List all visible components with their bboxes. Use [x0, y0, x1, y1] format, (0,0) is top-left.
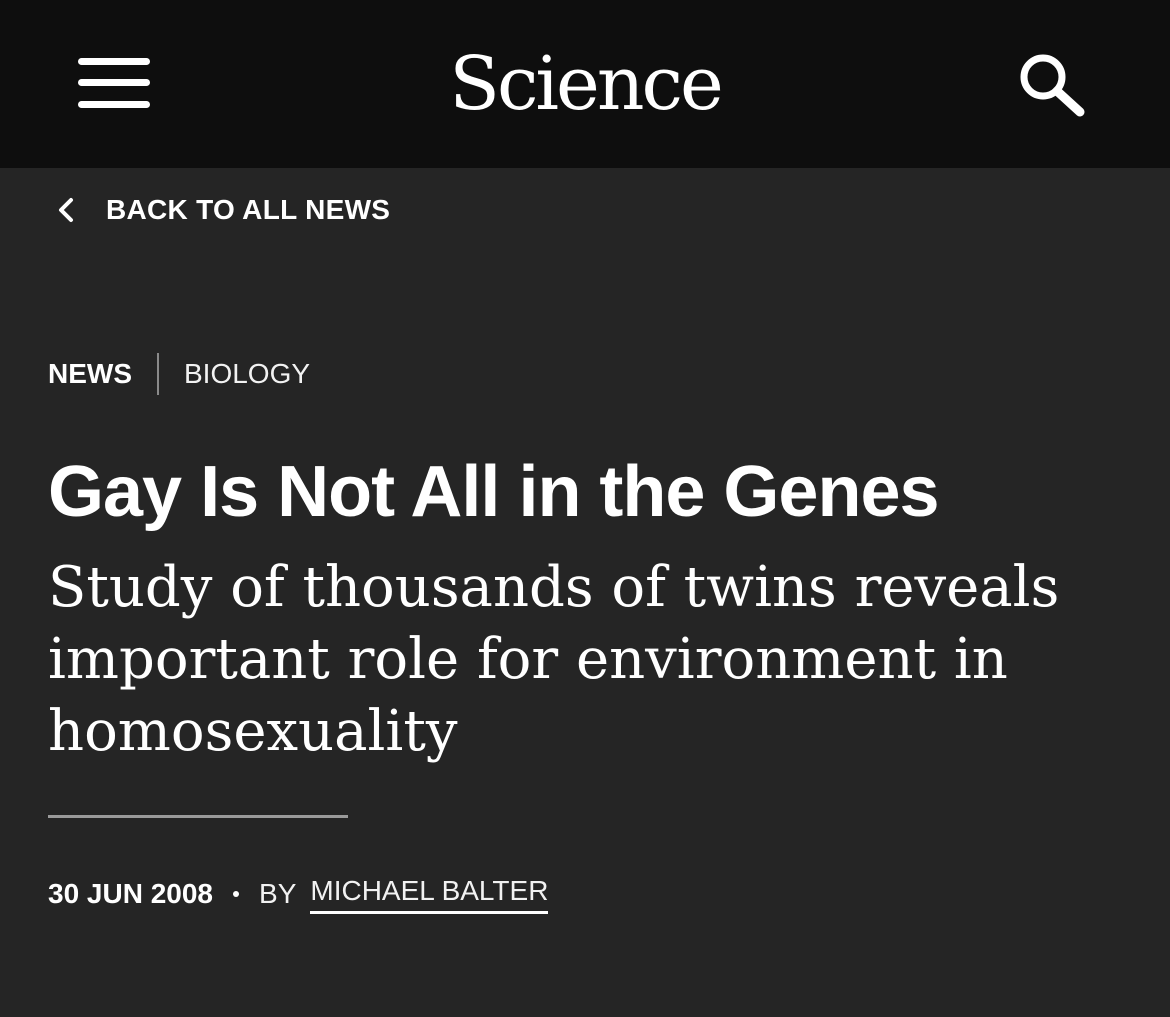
byline-separator-dot [233, 891, 240, 897]
author-link[interactable]: MICHAEL BALTER [310, 875, 549, 914]
search-icon[interactable] [1018, 52, 1088, 118]
article-byline: 30 JUN 2008 BY MICHAEL BALTER [48, 872, 549, 916]
back-to-all-news-link[interactable]: BACK TO ALL NEWS [56, 190, 390, 230]
publish-date: 30 JUN 2008 [48, 878, 214, 909]
headline-divider [48, 815, 348, 818]
back-link-label: BACK TO ALL NEWS [106, 194, 391, 225]
tag-divider [157, 353, 159, 395]
article-headline: Gay Is Not All in the Genes [48, 452, 940, 532]
article-subtitle: Study of thousands of twins reveals impo… [48, 555, 1060, 764]
site-logo[interactable]: Science [0, 42, 1170, 126]
by-label: BY [259, 878, 297, 909]
chevron-left-icon [56, 196, 76, 224]
category-tag-biology[interactable]: BIOLOGY [184, 358, 310, 390]
article-tags: NEWS BIOLOGY [48, 352, 310, 396]
top-navigation-bar: Science [0, 0, 1170, 168]
section-tag-news[interactable]: NEWS [48, 358, 132, 390]
